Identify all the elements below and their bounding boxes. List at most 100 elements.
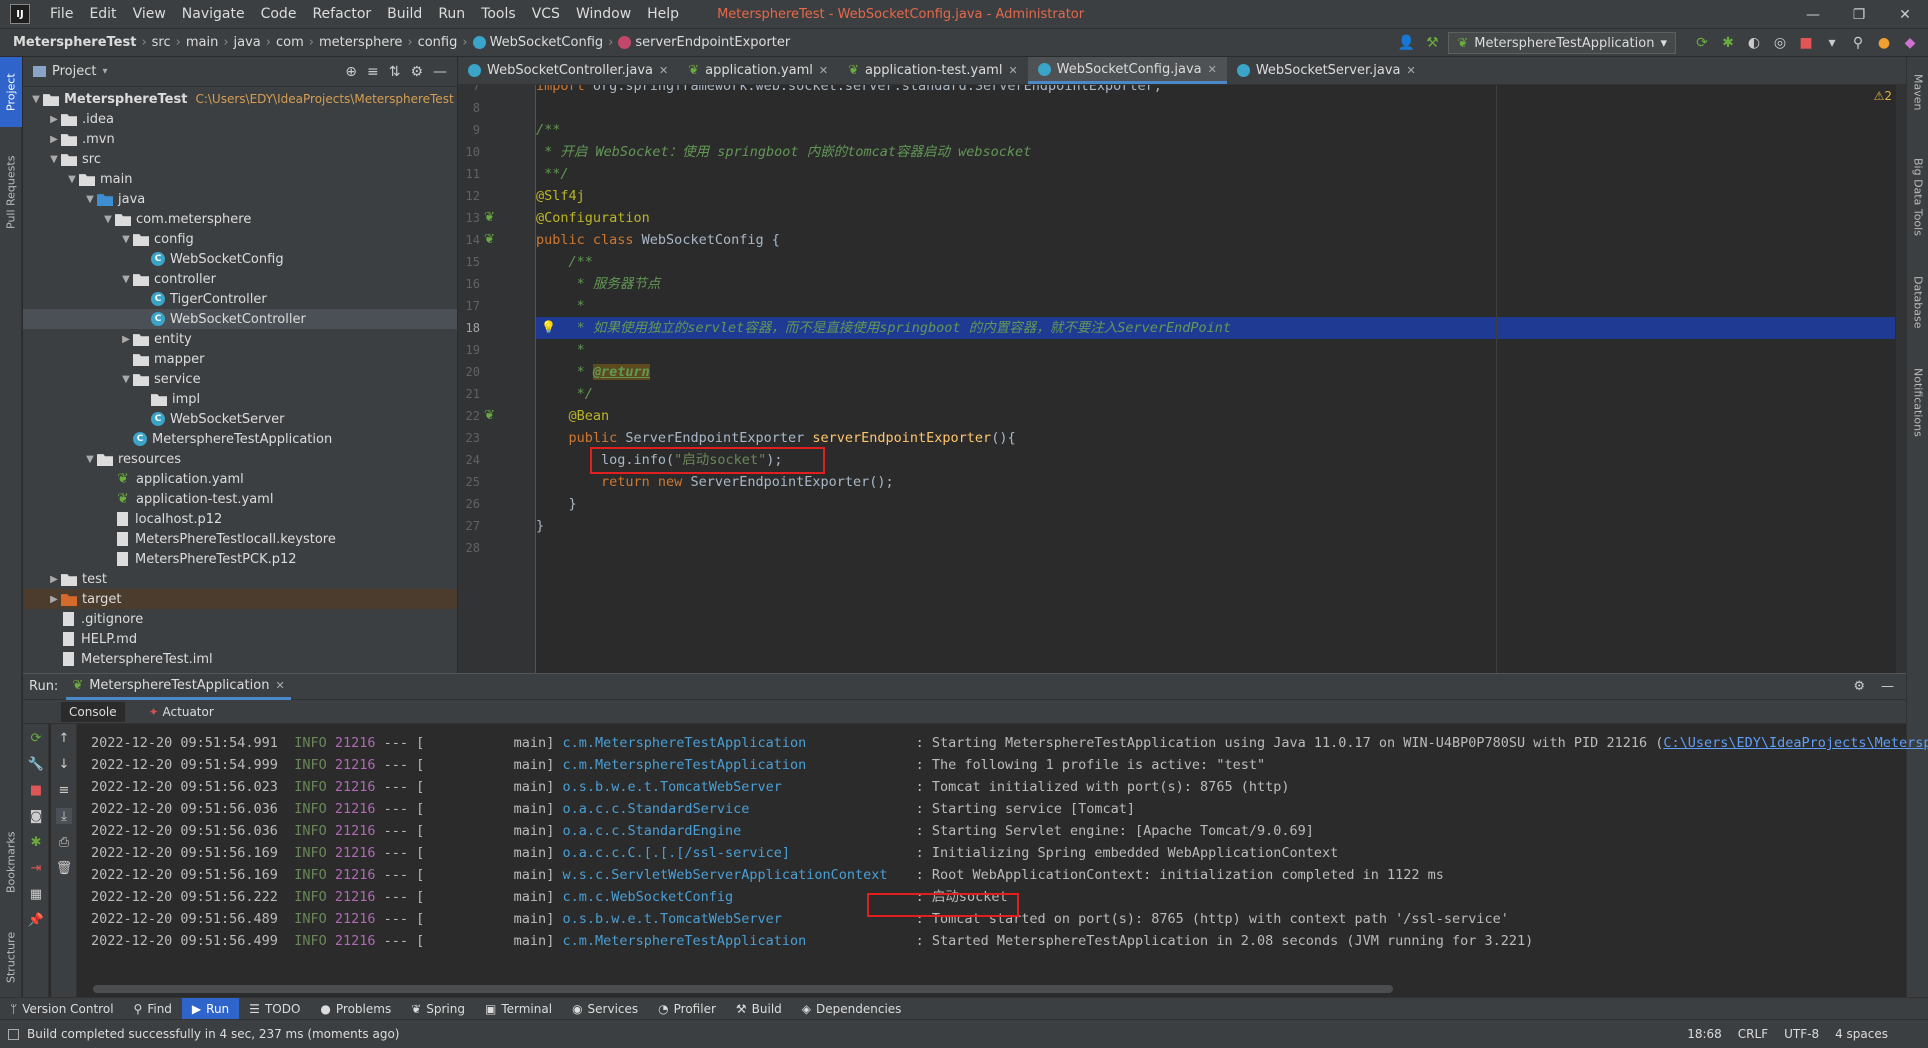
tree-item[interactable]: C MetersphereTestApplication [23, 429, 457, 449]
indent-setting[interactable]: 4 spaces [1835, 1027, 1888, 1041]
menu-build[interactable]: Build [379, 6, 430, 22]
code-line[interactable]: /** [536, 251, 593, 273]
actuator-tab[interactable]: ✦ Actuator [141, 702, 222, 722]
horizontal-scrollbar[interactable] [93, 985, 1393, 993]
debug-icon[interactable]: ✱ [28, 834, 44, 850]
close-icon[interactable]: ✕ [1882, 0, 1928, 29]
editor-tab[interactable]: WebSocketConfig.java ✕ [1027, 57, 1227, 84]
trash-icon[interactable]: 🗑 [56, 860, 73, 876]
code-line[interactable]: public ServerEndpointExporter serverEndp… [536, 427, 1016, 449]
bean-icon[interactable]: ❦ [484, 232, 495, 247]
expand-all-icon[interactable]: ⇅ [389, 64, 401, 80]
breadcrumb-item[interactable]: main [183, 35, 221, 50]
lightbulb-icon[interactable]: 💡 [541, 320, 556, 334]
pull-requests-tool-tab[interactable]: Pull Requests [0, 137, 22, 247]
tool-problems[interactable]: ● Problems [310, 998, 401, 1020]
code-line[interactable]: /** [536, 119, 560, 141]
pin-icon[interactable]: 📌 [28, 912, 44, 928]
tree-item[interactable]: ▶ test [23, 569, 457, 589]
build-hammer-icon[interactable]: ⚒ [1422, 33, 1442, 53]
tree-item[interactable]: ▼ controller [23, 269, 457, 289]
wrench-icon[interactable]: 🔧 [28, 756, 44, 772]
code-line[interactable]: */ [536, 383, 593, 405]
chevron-down-icon[interactable]: ▼ [29, 94, 43, 105]
close-icon[interactable]: ✕ [1008, 64, 1017, 77]
project-panel-title[interactable]: Project [52, 64, 96, 79]
menu-file[interactable]: File [42, 6, 81, 22]
rerun-icon[interactable]: ⟳ [28, 730, 44, 746]
minimize-icon[interactable]: — [1790, 0, 1836, 29]
code-line[interactable]: @Slf4j [536, 185, 585, 207]
code-line[interactable]: * @return [536, 361, 650, 383]
tool-spring[interactable]: ❦ Spring [401, 998, 475, 1020]
stop-icon[interactable]: ■ [1796, 33, 1816, 53]
chevron-down-icon[interactable]: ▼ [119, 274, 133, 285]
chevron-down-icon[interactable]: ▼ [47, 154, 61, 165]
chevron-right-icon[interactable]: ▶ [47, 114, 61, 125]
tool-todo[interactable]: ☰ TODO [239, 998, 310, 1020]
file-encoding[interactable]: UTF-8 [1784, 1027, 1819, 1041]
tree-item[interactable]: ▼ src [23, 149, 457, 169]
gear-icon[interactable]: ⚙ [1853, 679, 1873, 694]
layout-icon[interactable]: ▦ [28, 886, 44, 902]
chevron-down-icon[interactable]: ▼ [101, 214, 115, 225]
tree-item[interactable]: impl [23, 389, 457, 409]
run-config-select[interactable]: ❦ MetersphereTestApplication ▾ [1448, 32, 1676, 54]
coverage-icon[interactable]: ◐ [1744, 33, 1764, 53]
hide-panel-icon[interactable]: — [433, 64, 447, 80]
tree-item[interactable]: ▶ .idea [23, 109, 457, 129]
notifications-tool-tab[interactable]: Notifications [1907, 347, 1928, 457]
editor-tab[interactable]: WebSocketServer.java ✕ [1227, 57, 1426, 84]
run-tab[interactable]: ❦ MetersphereTestApplication ✕ [66, 674, 291, 700]
tree-item[interactable]: ▼ config [23, 229, 457, 249]
ide-logo-icon[interactable]: ◆ [1900, 33, 1920, 53]
locate-icon[interactable]: ⊕ [345, 64, 357, 80]
menu-code[interactable]: Code [253, 6, 305, 22]
exit-icon[interactable]: ⇥ [28, 860, 44, 876]
tree-item[interactable]: ▼ com.metersphere [23, 209, 457, 229]
code-line[interactable]: public class WebSocketConfig { [536, 229, 780, 251]
tree-item[interactable]: ▼ service [23, 369, 457, 389]
tool-profiler[interactable]: ◔ Profiler [648, 998, 726, 1020]
scroll-to-end-icon[interactable]: ⤓ [56, 808, 72, 824]
restore-icon[interactable]: ❐ [1836, 0, 1882, 29]
code-line[interactable]: import org.springframework.web.socket.se… [536, 85, 1162, 97]
menu-run[interactable]: Run [430, 6, 473, 22]
arrow-up-icon[interactable]: ↑ [56, 730, 72, 746]
tree-item[interactable]: MetersPhereTestlocall.keystore [23, 529, 457, 549]
breadcrumb-item[interactable]: com [273, 35, 307, 50]
bookmarks-tool-tab[interactable]: Bookmarks [0, 817, 22, 907]
menu-tools[interactable]: Tools [473, 6, 524, 22]
code-line[interactable]: * 开启 WebSocket：使用 springboot 内嵌的tomcat容器… [536, 141, 1031, 163]
code-line[interactable]: return new ServerEndpointExporter(); [536, 471, 894, 493]
profile-icon[interactable]: ◎ [1770, 33, 1790, 53]
project-tool-tab[interactable]: Project [0, 57, 22, 127]
tree-item[interactable]: HELP.md [23, 629, 457, 649]
breadcrumb-item[interactable]: config [415, 35, 461, 50]
code-line[interactable]: * 服务器节点 [536, 273, 661, 295]
code-line[interactable]: * [536, 339, 585, 361]
tool-terminal[interactable]: ▣ Terminal [475, 998, 562, 1020]
layout-toggle-icon[interactable] [8, 1028, 19, 1040]
chevron-right-icon[interactable]: ▶ [47, 594, 61, 605]
console-tab[interactable]: Console [61, 701, 125, 722]
menu-vcs[interactable]: VCS [524, 6, 568, 22]
breadcrumb-item[interactable]: java [231, 35, 264, 50]
bean-icon[interactable]: ❦ [484, 210, 495, 225]
updates-icon[interactable]: ● [1874, 33, 1894, 53]
tree-item[interactable]: ▶ entity [23, 329, 457, 349]
tool-run[interactable]: ▶ Run [181, 997, 240, 1020]
editor-tab[interactable]: WebSocketController.java ✕ [458, 57, 678, 84]
line-separator[interactable]: CRLF [1738, 1027, 1768, 1041]
tree-item[interactable]: MetersphereTest.iml [23, 649, 457, 669]
close-icon[interactable]: ✕ [1208, 63, 1217, 76]
warning-badge[interactable]: ⚠2 [1874, 89, 1892, 103]
hide-panel-icon[interactable]: — [1881, 679, 1906, 694]
gear-icon[interactable]: ⚙ [410, 64, 423, 80]
code-line[interactable]: @Configuration [536, 207, 650, 229]
debug-icon[interactable]: ✱ [1718, 33, 1738, 53]
breadcrumb-item[interactable]: src [149, 35, 174, 50]
code-line[interactable]: } [536, 515, 544, 537]
tree-item[interactable]: ▶ target [23, 589, 457, 609]
tree-item[interactable]: ▶ .mvn [23, 129, 457, 149]
